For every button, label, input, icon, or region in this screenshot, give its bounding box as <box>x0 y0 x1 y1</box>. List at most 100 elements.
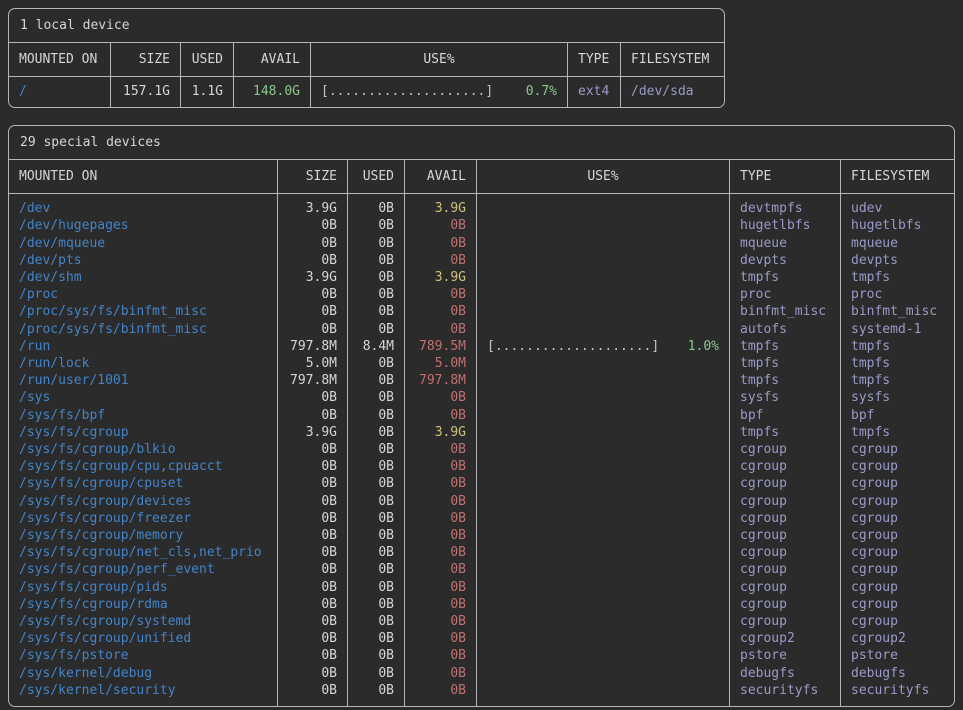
cell-use-pct <box>477 579 730 596</box>
header-mounted-on: MOUNTED ON <box>9 160 278 193</box>
cell-size: 3.9G <box>278 269 348 286</box>
table-row: /run/lock5.0M0B5.0Mtmpfstmpfs <box>9 355 954 372</box>
cell-avail: 0B <box>405 235 477 252</box>
cell-avail: 0B <box>405 493 477 510</box>
cell-filesystem: cgroup2 <box>841 630 954 647</box>
cell-size: 0B <box>278 579 348 596</box>
cell-filesystem: securityfs <box>841 682 954 706</box>
cell-use-pct <box>477 596 730 613</box>
cell-used: 0B <box>348 561 405 578</box>
cell-type: mqueue <box>730 235 841 252</box>
cell-avail: 0B <box>405 510 477 527</box>
cell-size: 5.0M <box>278 355 348 372</box>
cell-filesystem: cgroup <box>841 493 954 510</box>
header-type: TYPE <box>568 43 621 76</box>
cell-filesystem: cgroup <box>841 613 954 630</box>
cell-use-pct <box>477 355 730 372</box>
cell-size: 797.8M <box>278 372 348 389</box>
table-row: /sys/fs/cgroup/blkio0B0B0Bcgroupcgroup <box>9 441 954 458</box>
cell-mounted-on: /run/user/1001 <box>9 372 278 389</box>
cell-filesystem: cgroup <box>841 475 954 492</box>
table-row: /proc0B0B0Bprocproc <box>9 286 954 303</box>
cell-type: cgroup <box>730 493 841 510</box>
cell-mounted-on: /dev <box>9 194 278 217</box>
usage-percent: 1.0% <box>688 338 719 355</box>
table-header-row: MOUNTED ON SIZE USED AVAIL USE% TYPE FIL… <box>9 43 724 77</box>
table-row: /run/user/1001797.8M0B797.8Mtmpfstmpfs <box>9 372 954 389</box>
table-row: /sys/fs/cgroup/systemd0B0B0Bcgroupcgroup <box>9 613 954 630</box>
cell-size: 157.1G <box>111 77 181 107</box>
cell-size: 0B <box>278 527 348 544</box>
cell-size: 797.8M <box>278 338 348 355</box>
cell-type: tmpfs <box>730 338 841 355</box>
cell-used: 0B <box>348 372 405 389</box>
cell-used: 0B <box>348 613 405 630</box>
table-row: /sys/fs/cgroup3.9G0B3.9Gtmpfstmpfs <box>9 424 954 441</box>
cell-use-pct <box>477 303 730 320</box>
cell-avail: 789.5M <box>405 338 477 355</box>
cell-used: 0B <box>348 579 405 596</box>
cell-filesystem: cgroup <box>841 596 954 613</box>
cell-filesystem: bpf <box>841 407 954 424</box>
cell-filesystem: cgroup <box>841 579 954 596</box>
cell-use-pct <box>477 527 730 544</box>
cell-type: cgroup <box>730 510 841 527</box>
cell-mounted-on: /proc <box>9 286 278 303</box>
cell-filesystem: cgroup <box>841 527 954 544</box>
special-devices-table: 29 special devices MOUNTED ON SIZE USED … <box>8 125 955 707</box>
cell-mounted-on: /dev/shm <box>9 269 278 286</box>
cell-mounted-on: /run/lock <box>9 355 278 372</box>
cell-avail: 3.9G <box>405 269 477 286</box>
cell-used: 0B <box>348 665 405 682</box>
cell-use-pct <box>477 647 730 664</box>
cell-type: tmpfs <box>730 355 841 372</box>
table-row: /sys/fs/cgroup/perf_event0B0B0Bcgroupcgr… <box>9 561 954 578</box>
cell-type: proc <box>730 286 841 303</box>
cell-filesystem: udev <box>841 194 954 217</box>
cell-size: 0B <box>278 235 348 252</box>
cell-mounted-on: /sys/fs/cgroup/net_cls,net_prio <box>9 544 278 561</box>
table-row: /dev/hugepages0B0B0Bhugetlbfshugetlbfs <box>9 217 954 234</box>
cell-avail: 0B <box>405 596 477 613</box>
header-used: USED <box>181 43 234 76</box>
cell-size: 0B <box>278 493 348 510</box>
cell-type: hugetlbfs <box>730 217 841 234</box>
cell-type: devtmpfs <box>730 194 841 217</box>
cell-filesystem: cgroup <box>841 561 954 578</box>
cell-avail: 0B <box>405 527 477 544</box>
cell-size: 0B <box>278 286 348 303</box>
cell-type: cgroup2 <box>730 630 841 647</box>
cell-type: ext4 <box>568 77 621 107</box>
cell-avail: 0B <box>405 647 477 664</box>
header-avail: AVAIL <box>405 160 477 193</box>
cell-avail: 0B <box>405 389 477 406</box>
cell-mounted-on: /sys/fs/pstore <box>9 647 278 664</box>
table-row: /run797.8M8.4M789.5M[...................… <box>9 338 954 355</box>
cell-used: 0B <box>348 441 405 458</box>
table-row: /dev/shm3.9G0B3.9Gtmpfstmpfs <box>9 269 954 286</box>
header-size: SIZE <box>278 160 348 193</box>
cell-used: 0B <box>348 544 405 561</box>
cell-size: 0B <box>278 665 348 682</box>
cell-avail: 0B <box>405 252 477 269</box>
usage-bar: [....................] <box>321 83 493 100</box>
cell-use-pct <box>477 665 730 682</box>
cell-type: debugfs <box>730 665 841 682</box>
cell-type: cgroup <box>730 527 841 544</box>
table-row: /proc/sys/fs/binfmt_misc0B0B0Bautofssyst… <box>9 321 954 338</box>
cell-size: 0B <box>278 321 348 338</box>
cell-filesystem: tmpfs <box>841 355 954 372</box>
cell-used: 0B <box>348 269 405 286</box>
cell-use-pct <box>477 407 730 424</box>
cell-size: 0B <box>278 217 348 234</box>
header-size: SIZE <box>111 43 181 76</box>
cell-mounted-on: /sys/fs/cgroup/systemd <box>9 613 278 630</box>
cell-type: cgroup <box>730 561 841 578</box>
cell-used: 1.1G <box>181 77 234 107</box>
cell-size: 0B <box>278 389 348 406</box>
table-row: /sys/fs/cgroup/cpu,cpuacct0B0B0Bcgroupcg… <box>9 458 954 475</box>
cell-mounted-on: /dev/pts <box>9 252 278 269</box>
header-filesystem: FILESYSTEM <box>621 43 724 76</box>
table-row: /sys/fs/cgroup/rdma0B0B0Bcgroupcgroup <box>9 596 954 613</box>
cell-mounted-on: / <box>9 77 111 107</box>
